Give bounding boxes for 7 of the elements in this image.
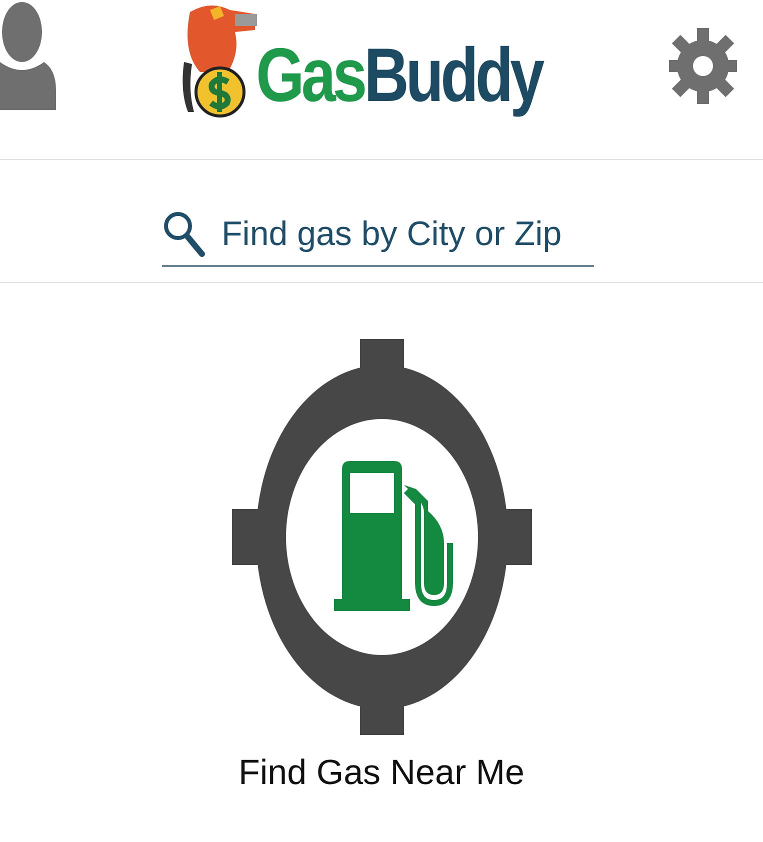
- search-field[interactable]: Find gas by City or Zip: [162, 203, 594, 267]
- pump-locator-icon: [232, 339, 532, 735]
- find-gas-label: Find Gas Near Me: [238, 753, 524, 793]
- find-gas-near-me-button[interactable]: Find Gas Near Me: [232, 339, 532, 793]
- person-icon: [0, 0, 56, 112]
- logo-text: GasBuddy: [256, 32, 542, 118]
- search-icon: [162, 210, 206, 258]
